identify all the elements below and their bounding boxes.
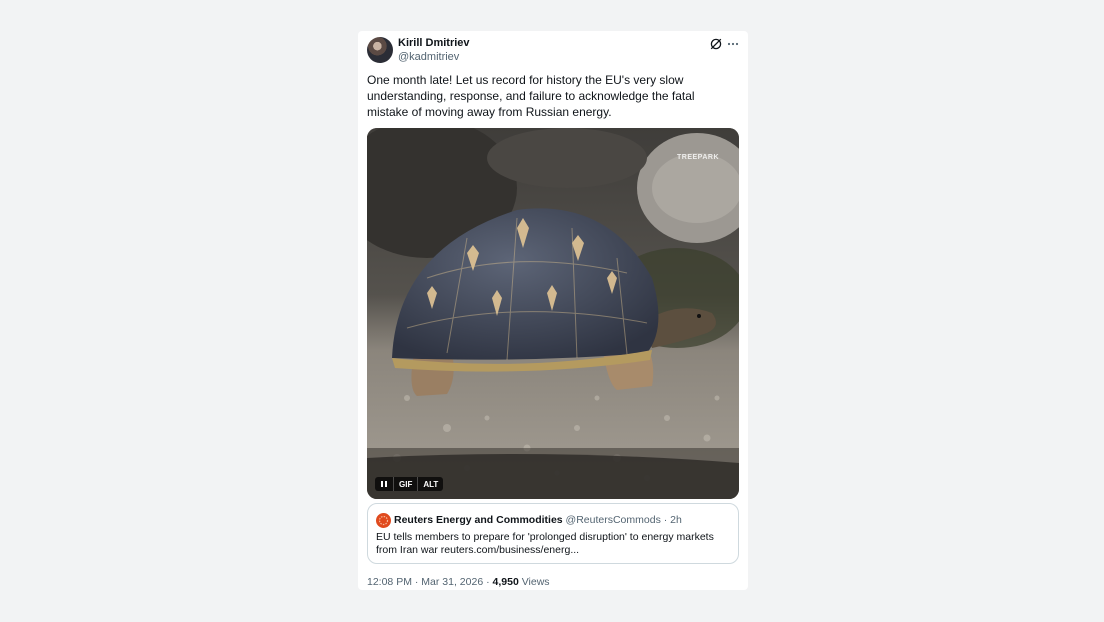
views-label: Views — [521, 576, 550, 588]
meta-separator: · — [414, 576, 419, 588]
quote-avatar — [376, 513, 391, 528]
tweet-card: Kirill Dmitriev @kadmitriev One month la… — [358, 31, 748, 590]
pause-icon — [381, 481, 383, 487]
author-avatar[interactable] — [367, 37, 393, 63]
meta-separator: · — [486, 576, 490, 588]
tortoise-image — [367, 128, 739, 499]
gif-badge: GIF — [393, 477, 417, 491]
tweet-time[interactable]: 12:08 PM — [367, 576, 412, 588]
tweet-meta: 12:08 PM · Mar 31, 2026 · 4,950 Views — [367, 576, 550, 588]
quote-timestamp: 2h — [670, 514, 682, 526]
tweet-gif[interactable]: TREEPARK GIF ALT — [367, 128, 739, 499]
quote-separator: · — [663, 514, 668, 526]
media-controls: GIF ALT — [375, 477, 444, 491]
grok-icon[interactable] — [709, 37, 723, 51]
quote-author-handle: @ReutersCommods — [565, 514, 661, 526]
author-name[interactable]: Kirill Dmitriev — [398, 37, 470, 49]
views-count: 4,950 — [492, 576, 519, 588]
tweet-date[interactable]: Mar 31, 2026 — [421, 576, 483, 588]
alt-button[interactable]: ALT — [417, 477, 443, 491]
quote-header: Reuters Energy and Commodities @ReutersC… — [394, 514, 682, 526]
quote-text: EU tells members to prepare for 'prolong… — [376, 531, 714, 556]
media-watermark: TREEPARK — [677, 154, 719, 161]
author-handle[interactable]: @kadmitriev — [398, 51, 459, 63]
quoted-tweet[interactable]: Reuters Energy and Commodities @ReutersC… — [367, 503, 739, 564]
more-icon[interactable] — [726, 37, 740, 51]
quote-author-name: Reuters Energy and Commodities — [394, 514, 563, 526]
tweet-text: One month late! Let us record for histor… — [367, 73, 695, 119]
pause-button[interactable] — [375, 477, 393, 491]
